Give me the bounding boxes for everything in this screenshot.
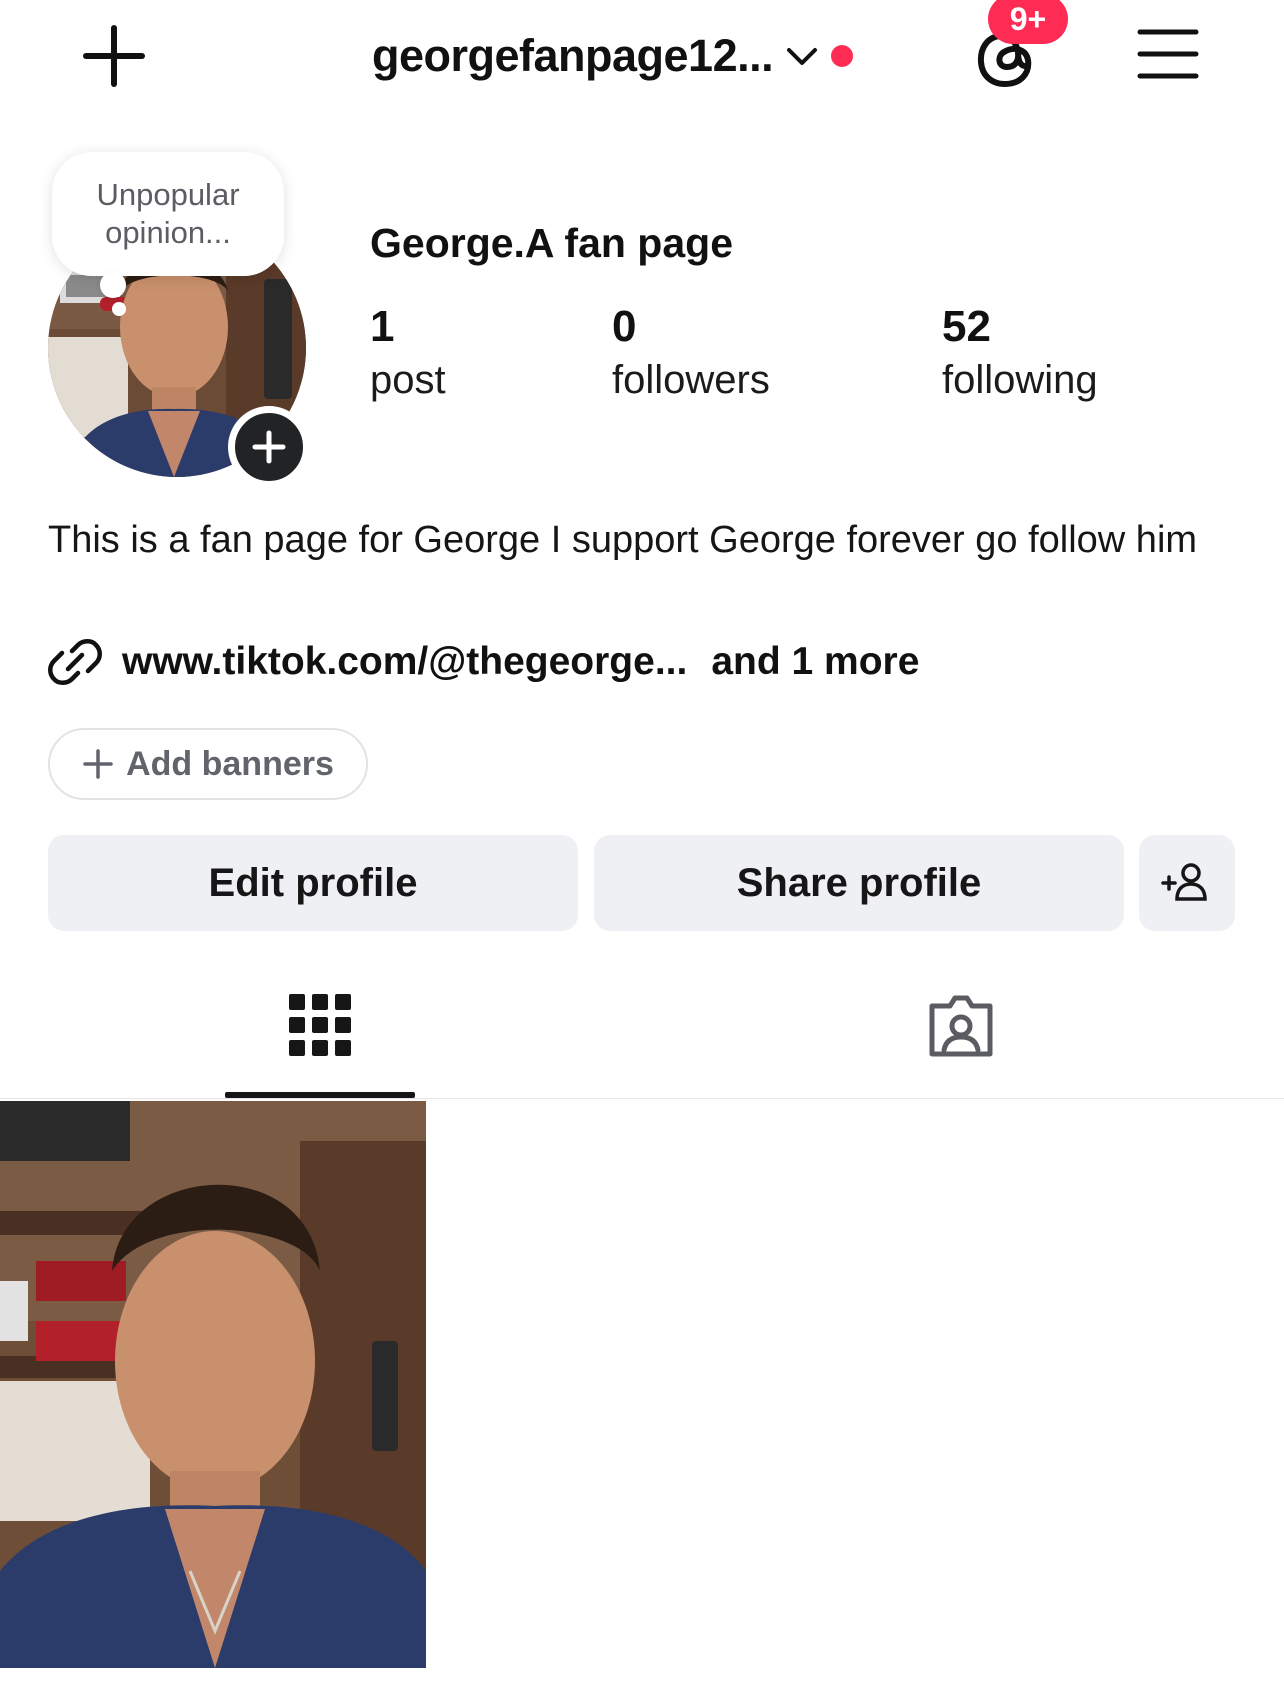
edit-profile-button[interactable]: Edit profile bbox=[48, 835, 578, 931]
bio-text: This is a fan page for George I support … bbox=[48, 519, 1198, 561]
notification-dot bbox=[831, 45, 854, 67]
stat-following[interactable]: 52 following bbox=[942, 300, 1098, 406]
link-more[interactable]: and 1 more bbox=[711, 640, 919, 684]
plus-icon bbox=[252, 430, 286, 464]
stat-followers[interactable]: 0 followers bbox=[612, 300, 770, 406]
stat-label: post bbox=[370, 358, 446, 402]
add-banners-button[interactable]: Add banners bbox=[48, 728, 368, 800]
top-bar: georgefanpage12... 9+ bbox=[0, 0, 1284, 120]
chevron-down-icon bbox=[785, 44, 819, 68]
share-profile-button[interactable]: Share profile bbox=[594, 835, 1124, 931]
bio-link[interactable]: www.tiktok.com/@thegeorge... and 1 more bbox=[48, 632, 919, 692]
tabs-divider bbox=[0, 1098, 1284, 1099]
tagged-person-icon bbox=[929, 995, 993, 1057]
note-bubble[interactable]: Unpopular opinion... bbox=[52, 152, 284, 276]
hamburger-menu-icon bbox=[1137, 29, 1199, 79]
notification-badge: 9+ bbox=[988, 0, 1068, 44]
grid-icon bbox=[289, 994, 351, 1056]
stat-label: following bbox=[942, 358, 1098, 402]
account-switcher[interactable]: georgefanpage12... bbox=[372, 24, 854, 88]
tab-tagged[interactable] bbox=[866, 990, 1056, 1100]
profile-screen: georgefanpage12... 9+ Unpopular opinion.… bbox=[0, 0, 1284, 1688]
plus-icon bbox=[83, 749, 113, 779]
add-story-button[interactable] bbox=[228, 406, 310, 488]
stat-label: followers bbox=[612, 358, 770, 402]
post-thumbnail[interactable] bbox=[0, 1101, 426, 1668]
stat-value: 52 bbox=[942, 302, 991, 351]
tab-posts[interactable] bbox=[225, 990, 415, 1100]
stat-posts[interactable]: 1 post bbox=[370, 300, 446, 406]
stat-value: 1 bbox=[370, 302, 395, 351]
plus-icon bbox=[83, 25, 145, 87]
add-person-icon bbox=[1161, 863, 1207, 901]
add-friend-button[interactable] bbox=[1139, 835, 1235, 931]
stat-value: 0 bbox=[612, 302, 637, 351]
note-bubble-tail-dot bbox=[112, 302, 126, 316]
display-name: George.A fan page bbox=[370, 220, 733, 266]
new-post-button[interactable] bbox=[80, 22, 148, 90]
add-banners-label: Add banners bbox=[126, 744, 334, 783]
link-icon bbox=[48, 639, 102, 685]
username: georgefanpage12... bbox=[372, 30, 774, 81]
note-bubble-tail bbox=[100, 272, 126, 298]
menu-button[interactable] bbox=[1136, 26, 1200, 82]
link-text[interactable]: www.tiktok.com/@thegeorge... bbox=[122, 640, 687, 684]
